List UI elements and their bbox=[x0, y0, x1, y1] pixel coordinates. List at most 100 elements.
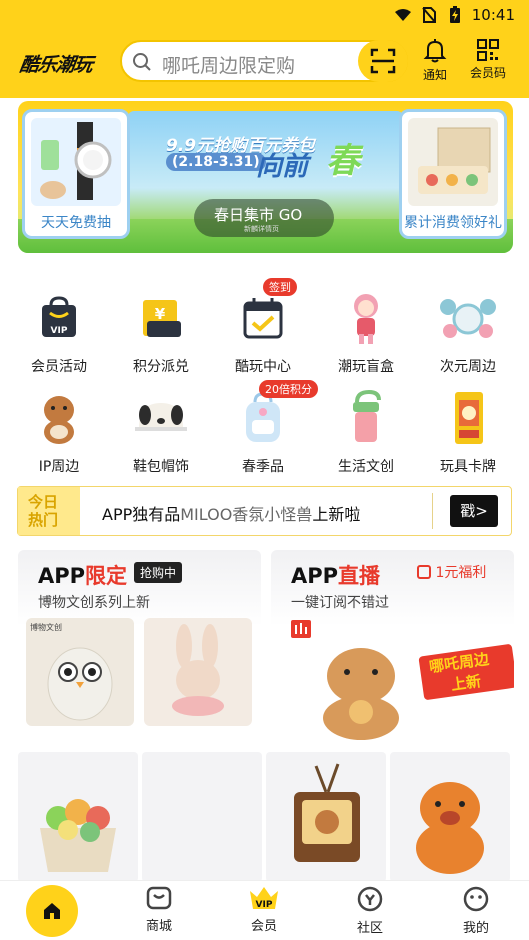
scan-icon bbox=[370, 48, 396, 74]
member-code-label: 会员码 bbox=[469, 66, 506, 80]
today-hot-tag-line2: 热门 bbox=[28, 511, 59, 529]
spend-gift-card[interactable]: 累计消费领好礼 bbox=[399, 109, 507, 239]
flash-sale-pill: 抢购中 bbox=[134, 562, 183, 583]
title-exclusive: 限定 bbox=[85, 564, 128, 588]
calendar-check-icon: 签到 bbox=[233, 278, 297, 348]
category-label: IP周边 bbox=[38, 459, 80, 475]
backpack-icon: 20倍积分 bbox=[233, 380, 318, 448]
profile-icon bbox=[463, 886, 489, 912]
svg-text:VIP: VIP bbox=[256, 900, 273, 910]
today-hot-text-a: APP独有品 bbox=[102, 505, 181, 524]
nav-member[interactable]: VIP 会员 bbox=[224, 885, 304, 939]
free-draw-caption: 天天免费抽 bbox=[41, 215, 111, 231]
nezha-sticker: 哪吒周边 上新 bbox=[418, 643, 514, 720]
bell-icon bbox=[423, 39, 447, 63]
category-ip-merch[interactable]: IP周边 bbox=[11, 386, 107, 486]
product-tile[interactable] bbox=[390, 752, 510, 882]
museum-brand-label: 博物文创 bbox=[30, 623, 62, 632]
spend-gift-caption: 累计消费领好礼 bbox=[404, 215, 502, 231]
nav-label: 会员 bbox=[250, 919, 277, 934]
today-hot-text-c: 上新啦 bbox=[312, 505, 361, 524]
nav-profile[interactable]: 我的 bbox=[436, 885, 516, 939]
category-label: 会员活动 bbox=[31, 359, 87, 375]
banner-date-range: (2.18-3.31) bbox=[166, 153, 266, 171]
shop-bag-icon bbox=[146, 886, 172, 910]
capybara-plush-icon bbox=[29, 388, 89, 448]
qr-code-icon bbox=[477, 39, 499, 61]
community-icon bbox=[357, 886, 383, 912]
scan-button[interactable] bbox=[358, 40, 408, 82]
app-live-card[interactable]: APP直播 1元福利 一键订阅不错过 哪吒周边 上新 bbox=[271, 550, 514, 740]
yen-coupon-icon: ¥ bbox=[131, 288, 191, 348]
category-label: 次元周边 bbox=[440, 359, 496, 375]
category-shoes-bags-hats[interactable]: 鞋包帽饰 bbox=[113, 386, 209, 486]
gift-box-image bbox=[408, 118, 498, 206]
category-member-activity[interactable]: VIP 会员活动 bbox=[11, 286, 107, 386]
search-bar[interactable]: 哪吒周边限定购 bbox=[120, 40, 408, 82]
nav-community[interactable]: 社区 bbox=[330, 885, 410, 939]
bunny-plush-image[interactable] bbox=[144, 618, 252, 726]
search-icon bbox=[133, 53, 151, 71]
watch-prize-image bbox=[31, 118, 121, 206]
owl-plush-image[interactable]: 博物文创 bbox=[26, 618, 134, 726]
today-hot-text-b: MILOO香氛小怪兽 bbox=[180, 505, 313, 524]
category-label: 积分派兑 bbox=[133, 359, 189, 375]
member-code-button[interactable]: 会员码 bbox=[466, 38, 510, 84]
product-tile[interactable] bbox=[142, 752, 262, 882]
banner-headline-art: 春 bbox=[326, 141, 360, 181]
category-blind-box[interactable]: 潮玩盲盒 bbox=[318, 286, 414, 386]
title-app: APP bbox=[38, 564, 86, 588]
retro-tv-image bbox=[294, 763, 360, 862]
top-header-bar: 10:41 酷乐潮玩 哪吒周边限定购 通知 会员码 bbox=[0, 0, 529, 98]
nav-shop[interactable]: 商城 bbox=[119, 885, 199, 939]
spring-campaign-banner[interactable]: 9.9元抢购百元券包 (2.18-3.31) 向前 春 春日集市 GO 新麟详情… bbox=[18, 101, 513, 253]
product-tile[interactable] bbox=[18, 752, 138, 882]
today-hot-poke-button[interactable]: 戳> bbox=[450, 495, 498, 527]
category-toy-cards[interactable]: 玩具卡牌 bbox=[420, 386, 516, 486]
title-live: 直播 bbox=[338, 564, 381, 588]
nav-home[interactable] bbox=[26, 885, 78, 937]
category-anime-merch[interactable]: 次元周边 bbox=[420, 286, 516, 386]
category-label: 潮玩盲盒 bbox=[338, 359, 394, 375]
vegetable-basket-image bbox=[40, 799, 116, 872]
notify-button[interactable]: 通知 bbox=[413, 38, 457, 84]
notify-label: 通知 bbox=[422, 68, 447, 82]
banner-cta-label: 春日集市 GO bbox=[214, 206, 303, 224]
capybara-plush-image bbox=[416, 782, 484, 874]
points-badge: 20倍积分 bbox=[259, 380, 318, 398]
category-points-redeem[interactable]: ¥ 积分派兑 bbox=[113, 286, 209, 386]
one-yuan-welfare-pill: 1元福利 bbox=[417, 562, 486, 582]
app-live-title: APP直播 bbox=[291, 560, 380, 590]
category-cool-play-center[interactable]: 签到 酷玩中心 bbox=[215, 278, 311, 386]
app-header: 酷乐潮玩 哪吒周边限定购 通知 会员码 bbox=[0, 38, 529, 86]
clock-time: 10:41 bbox=[471, 6, 515, 24]
today-hot-tag: 今日 热门 bbox=[18, 487, 80, 535]
status-bar: 10:41 bbox=[394, 4, 515, 26]
gift-box-icon bbox=[417, 565, 431, 579]
product-tile[interactable] bbox=[266, 752, 386, 882]
category-label: 春季品 bbox=[242, 459, 284, 475]
category-label: 生活文创 bbox=[338, 459, 394, 475]
bottom-nav: 商城 VIP 会员 社区 我的 bbox=[0, 880, 529, 940]
battery-charging-icon bbox=[446, 6, 464, 23]
search-placeholder: 哪吒周边限定购 bbox=[162, 55, 296, 77]
app-exclusive-subtitle: 博物文创系列上新 bbox=[38, 595, 150, 611]
today-hot-divider bbox=[432, 493, 433, 529]
home-icon bbox=[44, 903, 60, 919]
app-exclusive-card[interactable]: APP限定 抢购中 博物文创系列上新 博物文创 bbox=[18, 550, 261, 740]
anime-keychain-icon bbox=[438, 288, 498, 348]
category-label: 酷玩中心 bbox=[235, 359, 291, 375]
brand-logo[interactable]: 酷乐潮玩 bbox=[18, 50, 94, 77]
app-exclusive-title: APP限定 bbox=[38, 560, 127, 590]
today-hot-strip[interactable]: 今日 热门 APP独有品MILOO香氛小怪兽上新啦 戳> bbox=[17, 486, 512, 536]
vip-bag-icon: VIP bbox=[29, 288, 89, 348]
today-hot-tag-line1: 今日 bbox=[28, 493, 59, 511]
today-hot-text: APP独有品MILOO香氛小怪兽上新啦 bbox=[102, 501, 360, 525]
banner-headline-big: 向前 bbox=[256, 152, 309, 182]
live-bars-icon bbox=[291, 620, 311, 638]
category-spring-items[interactable]: 20倍积分 春季品 bbox=[215, 380, 318, 486]
banner-cta-button[interactable]: 春日集市 GO 新麟详情页 bbox=[194, 199, 334, 237]
app-live-subtitle: 一键订阅不错过 bbox=[291, 595, 389, 611]
free-draw-card[interactable]: 天天免费抽 bbox=[22, 109, 130, 239]
category-lifestyle-creative[interactable]: 生活文创 bbox=[318, 386, 414, 486]
